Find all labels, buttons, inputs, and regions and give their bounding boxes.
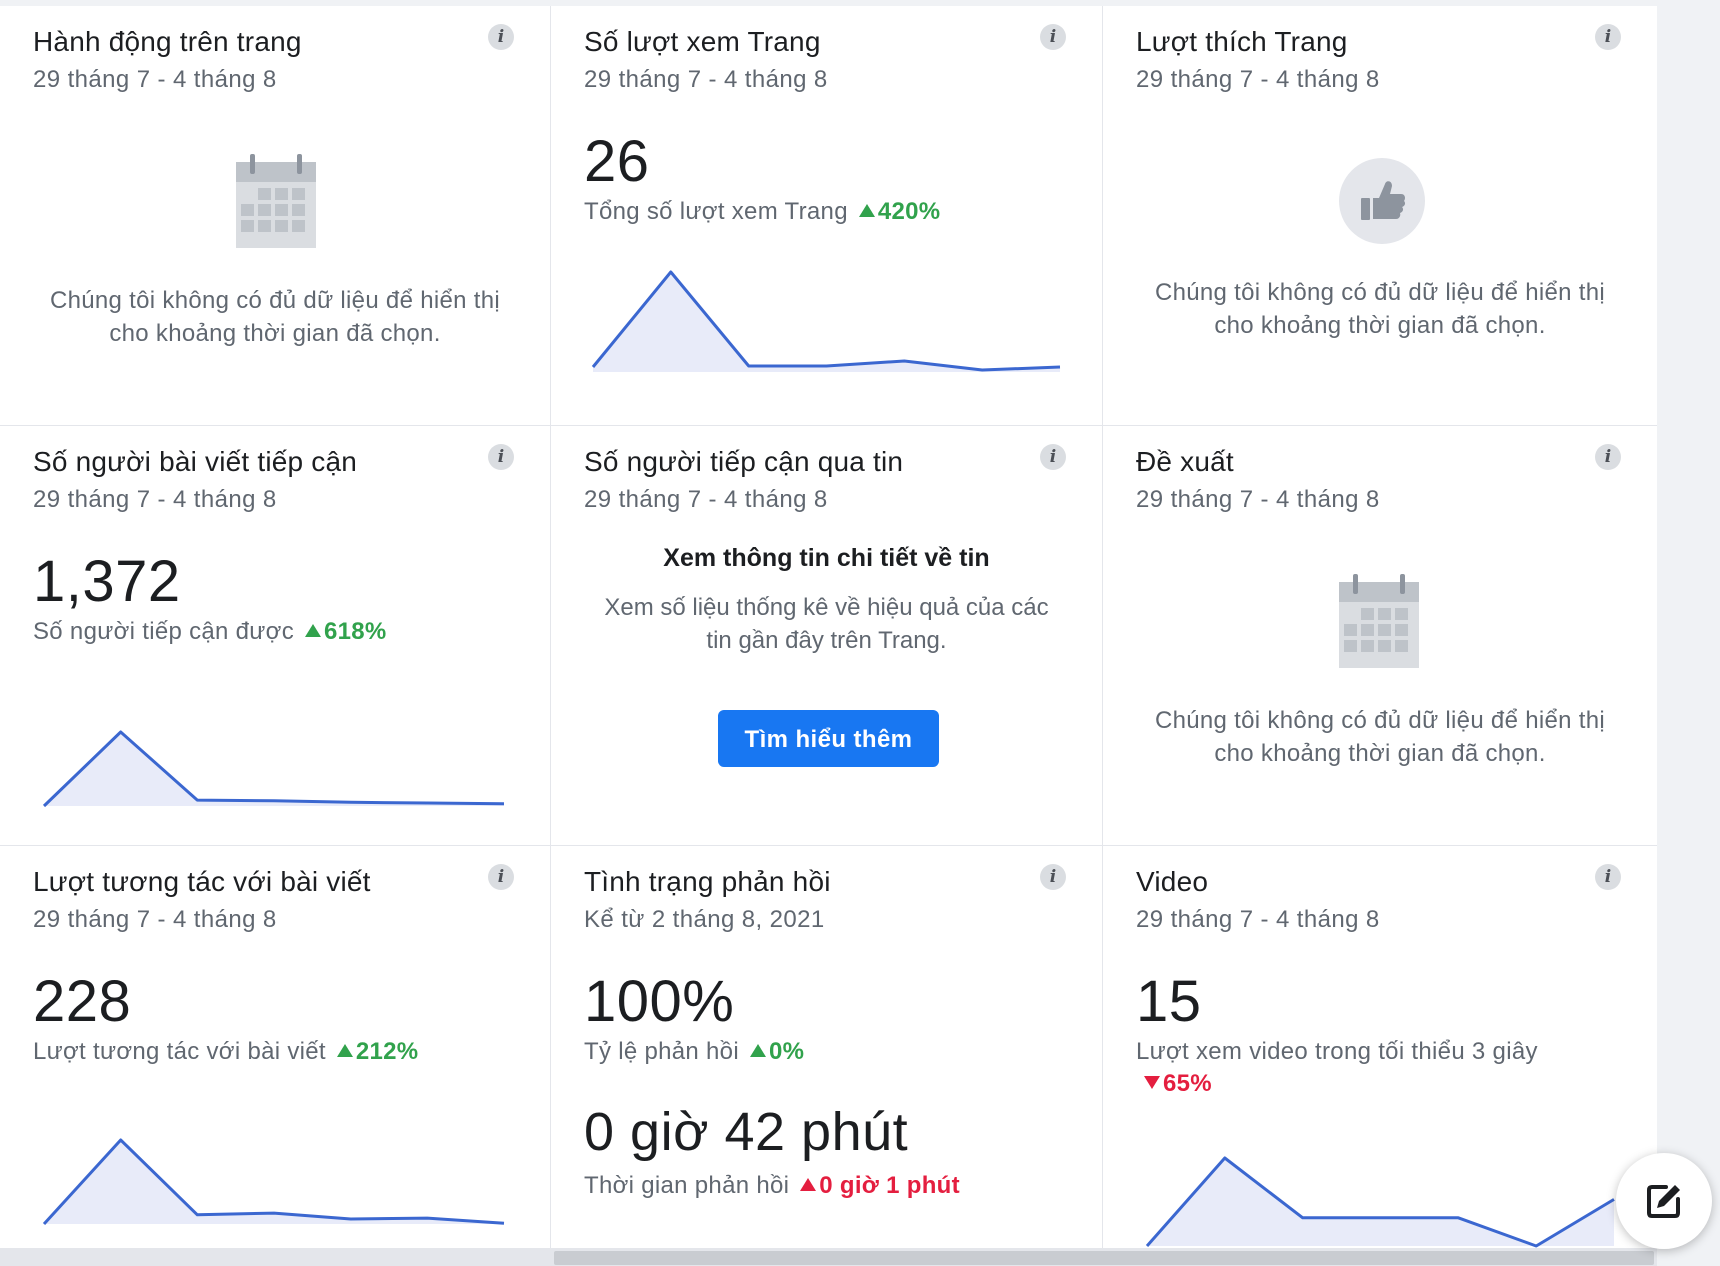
card-page-actions[interactable]: Hành động trên trang 29 tháng 7 - 4 thán… xyxy=(0,6,551,426)
card-title: Đề xuất xyxy=(1136,446,1234,477)
arrow-down-icon xyxy=(1144,1076,1160,1089)
info-icon[interactable]: i xyxy=(1595,864,1621,890)
sparkline-area xyxy=(44,732,504,806)
thumbs-up-icon xyxy=(1339,158,1425,244)
card-page-likes[interactable]: Lượt thích Trang 29 tháng 7 - 4 tháng 8 … xyxy=(1103,6,1657,426)
arrow-up-icon xyxy=(800,1178,817,1191)
metric-delta: 65% xyxy=(1144,1070,1212,1097)
insights-grid: Hành động trên trang 29 tháng 7 - 4 thán… xyxy=(0,6,1657,1249)
metric-value: 228 xyxy=(33,969,132,1034)
compose-icon xyxy=(1647,1185,1680,1218)
arrow-up-icon xyxy=(858,204,875,217)
delta-value: 618% xyxy=(323,618,387,645)
story-description: Xem số liệu thống kê về hiệu quả của các… xyxy=(604,594,1049,654)
arrow-up-icon xyxy=(336,1044,353,1057)
card-title: Video xyxy=(1136,866,1209,897)
card-post-engagement[interactable]: Lượt tương tác với bài viết 29 tháng 7 -… xyxy=(0,846,551,1249)
metric-label: Lượt xem video trong tối thiểu 3 giây xyxy=(1136,1038,1538,1065)
card-recommendations[interactable]: Đề xuất 29 tháng 7 - 4 tháng 8 i Chúng t… xyxy=(1103,426,1657,846)
horizontal-scrollbar[interactable] xyxy=(0,1249,1657,1266)
card-video[interactable]: Video 29 tháng 7 - 4 tháng 8 i 15 Lượt x… xyxy=(1103,846,1657,1249)
metric-label-row: Số người tiếp cận được 618% xyxy=(33,618,387,646)
info-icon[interactable]: i xyxy=(1040,24,1066,50)
delta-value: 0 giờ 1 phút xyxy=(819,1172,960,1199)
empty-message: Chúng tôi không có đủ dữ liệu để hiển th… xyxy=(1154,707,1605,767)
metric-value: 1,372 xyxy=(33,549,181,614)
response-time-label: Thời gian phản hồi xyxy=(584,1172,790,1199)
response-time-delta: 0 giờ 1 phút xyxy=(800,1172,960,1199)
sparkline xyxy=(1145,1156,1615,1248)
sparkline xyxy=(42,1138,505,1226)
card-title: Số người tiếp cận qua tin xyxy=(584,446,904,477)
delta-value: 65% xyxy=(1163,1070,1212,1097)
card-date: 29 tháng 7 - 4 tháng 8 xyxy=(1136,66,1380,93)
info-icon[interactable]: i xyxy=(488,24,514,50)
metric-delta: 618% xyxy=(304,618,387,645)
sparkline-area xyxy=(44,1140,504,1224)
metric-label: Tổng số lượt xem Trang xyxy=(584,198,848,225)
card-date: 29 tháng 7 - 4 tháng 8 xyxy=(1136,486,1380,513)
learn-more-button[interactable]: Tìm hiểu thêm xyxy=(718,710,939,767)
metric-label-row: Lượt tương tác với bài viết 212% xyxy=(33,1038,418,1066)
calendar-icon xyxy=(236,154,316,248)
story-heading: Xem thông tin chi tiết về tin xyxy=(663,544,990,572)
delta-value: 212% xyxy=(355,1038,419,1065)
response-rate-value: 100% xyxy=(584,969,735,1034)
metric-delta: 212% xyxy=(336,1038,419,1065)
metric-label-row: Tổng số lượt xem Trang 420% xyxy=(584,198,940,226)
card-date: 29 tháng 7 - 4 tháng 8 xyxy=(1136,906,1380,933)
arrow-up-icon xyxy=(304,624,321,637)
delta-value: 420% xyxy=(877,198,941,225)
metric-delta-row: 65% xyxy=(1136,1070,1212,1098)
metric-label: Lượt tương tác với bài viết xyxy=(33,1038,326,1065)
card-date: 29 tháng 7 - 4 tháng 8 xyxy=(33,906,277,933)
sparkline-area xyxy=(1147,1158,1614,1246)
info-icon[interactable]: i xyxy=(1040,864,1066,890)
card-date: 29 tháng 7 - 4 tháng 8 xyxy=(584,66,828,93)
card-story-reach[interactable]: Số người tiếp cận qua tin 29 tháng 7 - 4… xyxy=(551,426,1103,846)
card-title: Số người bài viết tiếp cận xyxy=(33,446,358,477)
sparkline xyxy=(591,270,1061,372)
delta-value: 0% xyxy=(768,1038,805,1065)
card-title: Lượt tương tác với bài viết xyxy=(33,866,371,897)
info-icon[interactable]: i xyxy=(1595,444,1621,470)
response-rate-row: Tỷ lệ phản hồi 0% xyxy=(584,1038,804,1066)
scrollbar-thumb[interactable] xyxy=(554,1251,1654,1265)
metric-label: Số người tiếp cận được xyxy=(33,618,295,645)
empty-message: Chúng tôi không có đủ dữ liệu để hiển th… xyxy=(1154,279,1605,339)
card-post-reach[interactable]: Số người bài viết tiếp cận 29 tháng 7 - … xyxy=(0,426,551,846)
card-date: 29 tháng 7 - 4 tháng 8 xyxy=(33,486,277,513)
card-title: Tình trạng phản hồi xyxy=(584,866,831,897)
metric-value: 26 xyxy=(584,129,650,194)
card-date: 29 tháng 7 - 4 tháng 8 xyxy=(33,66,277,93)
card-title: Hành động trên trang xyxy=(33,26,302,57)
info-icon[interactable]: i xyxy=(488,444,514,470)
sparkline-area xyxy=(593,272,1060,372)
response-rate-label: Tỷ lệ phản hồi xyxy=(584,1038,739,1065)
card-title: Lượt thích Trang xyxy=(1136,26,1348,57)
info-icon[interactable]: i xyxy=(488,864,514,890)
compose-button[interactable] xyxy=(1616,1153,1712,1249)
sparkline xyxy=(42,730,505,808)
response-time-row: Thời gian phản hồi 0 giờ 1 phút xyxy=(584,1172,960,1200)
info-icon[interactable]: i xyxy=(1040,444,1066,470)
card-page-views[interactable]: Số lượt xem Trang 29 tháng 7 - 4 tháng 8… xyxy=(551,6,1103,426)
card-title: Số lượt xem Trang xyxy=(584,26,821,57)
calendar-icon xyxy=(1339,574,1419,668)
metric-delta: 0% xyxy=(749,1038,805,1065)
empty-message: Chúng tôi không có đủ dữ liệu để hiển th… xyxy=(49,287,500,347)
card-date: Kể từ 2 tháng 8, 2021 xyxy=(584,906,825,933)
metric-value: 15 xyxy=(1136,969,1202,1034)
response-time-value: 0 giờ 42 phút xyxy=(584,1102,909,1162)
arrow-up-icon xyxy=(749,1044,766,1057)
info-icon[interactable]: i xyxy=(1595,24,1621,50)
card-date: 29 tháng 7 - 4 tháng 8 xyxy=(584,486,828,513)
metric-delta: 420% xyxy=(858,198,941,225)
card-responsiveness[interactable]: Tình trạng phản hồi Kể từ 2 tháng 8, 202… xyxy=(551,846,1103,1249)
